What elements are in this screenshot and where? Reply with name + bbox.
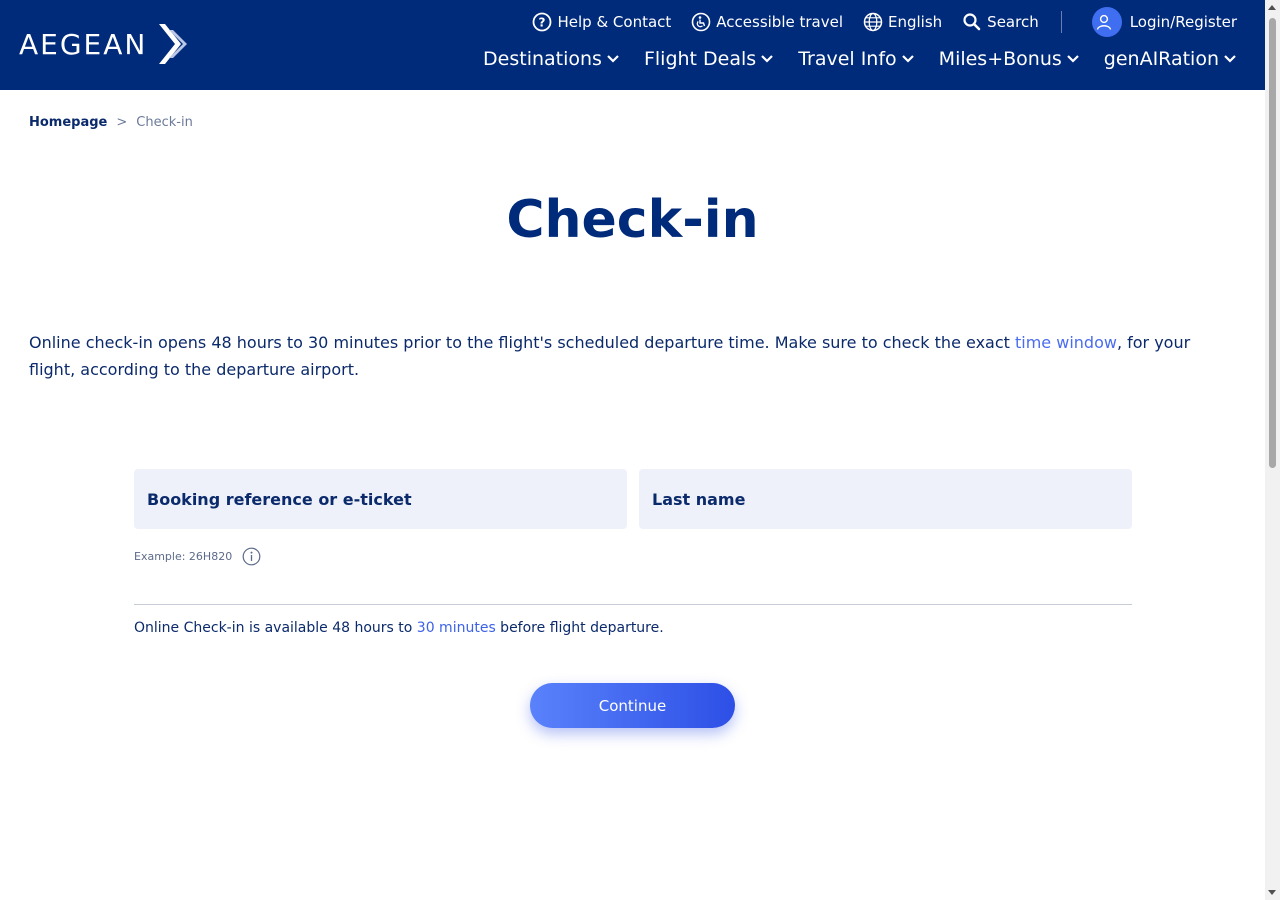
login-register-link[interactable]: Login/Register <box>1091 7 1237 37</box>
nav-travel-info[interactable]: Travel Info <box>798 48 914 70</box>
availability-text-end: before flight departure. <box>495 620 664 636</box>
page-title: Check-in <box>506 190 759 250</box>
scroll-thumb[interactable] <box>1269 18 1276 468</box>
scroll-down-arrow-icon[interactable] <box>1268 890 1276 895</box>
logo-text: AEGEAN <box>19 27 148 61</box>
help-contact-link[interactable]: ? Help & Contact <box>532 12 671 32</box>
breadcrumb: Homepage > Check-in <box>29 115 193 130</box>
nav-label: genAIRation <box>1103 48 1219 70</box>
search-icon <box>963 13 981 31</box>
nav-label: Flight Deals <box>643 48 757 70</box>
last-name-field[interactable]: Last name <box>639 469 1132 529</box>
form-divider <box>134 604 1132 605</box>
chevron-down-icon <box>1067 55 1079 63</box>
availability-note: Online Check-in is available 48 hours to… <box>134 620 664 636</box>
login-register-label: Login/Register <box>1129 13 1237 31</box>
language-selector[interactable]: English <box>863 12 942 32</box>
help-icon: ? <box>533 12 552 32</box>
nav-miles-bonus[interactable]: Miles+Bonus <box>939 48 1080 70</box>
booking-hint: Example: 26H820 <box>134 547 261 566</box>
nav-label: Miles+Bonus <box>938 48 1062 70</box>
aegean-logo[interactable]: AEGEAN <box>19 22 191 66</box>
user-icon <box>1097 14 1112 30</box>
last-name-label: Last name <box>652 489 746 509</box>
nav-genairation[interactable]: genAIRation <box>1104 48 1237 70</box>
utility-divider <box>1060 11 1062 33</box>
chevron-down-icon <box>607 55 619 63</box>
wheelchair-icon <box>691 12 711 32</box>
utility-nav: ? Help & Contact Accessible travel Engli… <box>512 7 1237 37</box>
accessible-travel-link[interactable]: Accessible travel <box>691 12 843 32</box>
booking-hint-text: Example: 26H820 <box>134 550 233 563</box>
scroll-up-arrow-icon[interactable] <box>1268 5 1276 10</box>
time-window-link[interactable]: time window <box>1015 333 1117 352</box>
nav-label: Destinations <box>483 48 602 70</box>
breadcrumb-separator: > <box>116 115 128 130</box>
availability-text-start: Online Check-in is available 48 hours to <box>134 620 417 636</box>
help-contact-label: Help & Contact <box>557 13 672 31</box>
site-header: AEGEAN ? Help & Contact Accessible trave… <box>0 0 1265 90</box>
breadcrumb-home-link[interactable]: Homepage <box>29 115 107 130</box>
nav-label: Travel Info <box>798 48 897 70</box>
nav-flight-deals[interactable]: Flight Deals <box>644 48 774 70</box>
main-nav: Destinations Flight Deals Travel Info Mi… <box>459 48 1237 70</box>
chevron-down-icon <box>761 55 773 63</box>
accessible-travel-label: Accessible travel <box>716 13 843 31</box>
continue-button[interactable]: Continue <box>530 683 735 728</box>
logo-chevron-icon <box>159 24 188 64</box>
booking-reference-label: Booking reference or e-ticket <box>147 489 412 509</box>
svg-text:?: ? <box>539 16 546 30</box>
avatar <box>1091 7 1122 37</box>
nav-destinations[interactable]: Destinations <box>483 48 620 70</box>
globe-icon <box>863 12 883 32</box>
search-link[interactable]: Search <box>962 12 1039 32</box>
page-scrollbar[interactable] <box>1265 0 1280 900</box>
intro-text-start: Online check-in opens 48 hours to 30 min… <box>29 333 1015 352</box>
search-label: Search <box>987 13 1039 31</box>
breadcrumb-current: Check-in <box>136 115 193 130</box>
booking-reference-field[interactable]: Booking reference or e-ticket <box>134 469 627 529</box>
intro-text: Online check-in opens 48 hours to 30 min… <box>29 329 1219 383</box>
chevron-down-icon <box>1224 55 1236 63</box>
chevron-down-icon <box>901 55 914 63</box>
language-label: English <box>888 13 943 31</box>
thirty-minutes-link[interactable]: 30 minutes <box>417 620 496 636</box>
info-icon[interactable] <box>242 547 261 566</box>
